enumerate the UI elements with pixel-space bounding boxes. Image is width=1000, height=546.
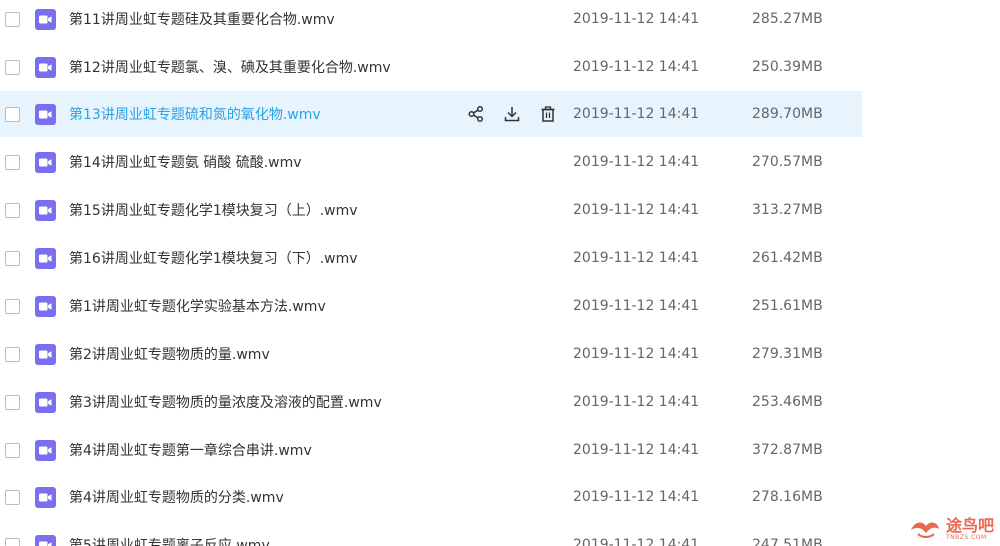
file-date: 2019-11-12 14:41 (573, 106, 700, 122)
video-file-icon (35, 247, 56, 269)
file-row[interactable]: 第4讲周业虹专题第一章综合串讲.wmv 2019-11-12 14:41 372.8… (0, 427, 862, 473)
watermark-logo: 途鸟吧 TNBZS.COM (908, 516, 994, 542)
watermark-subtext: TNBZS.COM (945, 533, 987, 541)
file-date: 2019-11-12 14:41 (573, 394, 700, 410)
file-name-link[interactable]: 第5讲周业虹专题离子反应.wmv (69, 535, 270, 546)
file-date: 2019-11-12 14:41 (573, 489, 700, 505)
file-size: 251.61MB (752, 298, 823, 314)
file-name-link[interactable]: 第11讲周业虹专题硅及其重要化合物.wmv (69, 9, 335, 29)
file-date: 2019-11-12 14:41 (573, 250, 700, 266)
file-row[interactable]: 第11讲周业虹专题硅及其重要化合物.wmv 2019-11-12 14:41 285… (0, 0, 862, 42)
row-checkbox[interactable] (5, 537, 20, 546)
file-size: 250.39MB (752, 59, 823, 75)
video-file-icon (35, 439, 56, 461)
row-checkbox[interactable] (5, 298, 20, 314)
file-name-link[interactable]: 第13讲周业虹专题硫和氮的氧化物.wmv (69, 104, 321, 124)
row-checkbox[interactable] (5, 346, 20, 362)
file-size: 261.42MB (752, 250, 823, 266)
video-file-icon (35, 343, 56, 365)
file-name-link[interactable]: 第2讲周业虹专题物质的量.wmv (69, 344, 270, 364)
row-checkbox[interactable] (5, 202, 20, 218)
file-name-link[interactable]: 第12讲周业虹专题氯、溴、碘及其重要化合物.wmv (69, 57, 391, 77)
file-name-link[interactable]: 第15讲周业虹专题化学1模块复习（上）.wmv (69, 200, 358, 220)
file-date: 2019-11-12 14:41 (573, 537, 700, 546)
file-name-link[interactable]: 第3讲周业虹专题物质的量浓度及溶液的配置.wmv (69, 392, 382, 412)
video-file-icon (35, 391, 56, 413)
file-row[interactable]: 第13讲周业虹专题硫和氮的氧化物.wmv 2019-11-12 14:41 289.… (0, 91, 862, 137)
file-name-link[interactable]: 第16讲周业虹专题化学1模块复习（下）.wmv (69, 248, 358, 268)
file-row[interactable]: 第5讲周业虹专题离子反应.wmv 2019-11-12 14:41 247.51MB (0, 522, 862, 546)
file-size: 372.87MB (752, 442, 823, 458)
file-row[interactable]: 第12讲周业虹专题氯、溴、碘及其重要化合物.wmv 2019-11-12 14:4… (0, 44, 862, 90)
file-size: 313.27MB (752, 202, 823, 218)
video-file-icon (35, 295, 56, 317)
row-checkbox[interactable] (5, 250, 20, 266)
file-row[interactable]: 第14讲周业虹专题氨 硝酸 硫酸.wmv 2019-11-12 14:41 270.… (0, 139, 862, 185)
row-checkbox[interactable] (5, 11, 20, 27)
file-size: 289.70MB (752, 106, 823, 122)
file-row[interactable]: 第3讲周业虹专题物质的量浓度及溶液的配置.wmv 2019-11-12 14:41… (0, 379, 862, 425)
file-row[interactable]: 第16讲周业虹专题化学1模块复习（下）.wmv 2019-11-12 14:41 2… (0, 235, 862, 281)
file-row[interactable]: 第15讲周业虹专题化学1模块复习（上）.wmv 2019-11-12 14:41 3… (0, 187, 862, 233)
file-row[interactable]: 第2讲周业虹专题物质的量.wmv 2019-11-12 14:41 279.31MB (0, 331, 862, 377)
video-file-icon (35, 486, 56, 508)
row-checkbox[interactable] (5, 394, 20, 410)
video-file-icon (35, 8, 56, 30)
video-file-icon (35, 56, 56, 78)
row-checkbox[interactable] (5, 106, 20, 122)
row-checkbox[interactable] (5, 154, 20, 170)
video-file-icon (35, 199, 56, 221)
file-date: 2019-11-12 14:41 (573, 298, 700, 314)
file-size: 278.16MB (752, 489, 823, 505)
file-size: 247.51MB (752, 537, 823, 546)
row-actions (466, 104, 558, 124)
file-size: 253.46MB (752, 394, 823, 410)
delete-icon[interactable] (538, 104, 558, 124)
file-name-link[interactable]: 第14讲周业虹专题氨 硝酸 硫酸.wmv (69, 152, 302, 172)
file-name-link[interactable]: 第1讲周业虹专题化学实验基本方法.wmv (69, 296, 326, 316)
row-checkbox[interactable] (5, 489, 20, 505)
file-date: 2019-11-12 14:41 (573, 11, 700, 27)
file-date: 2019-11-12 14:41 (573, 346, 700, 362)
file-size: 279.31MB (752, 346, 823, 362)
file-date: 2019-11-12 14:41 (573, 59, 700, 75)
file-name-link[interactable]: 第4讲周业虹专题第一章综合串讲.wmv (69, 440, 312, 460)
video-file-icon (35, 151, 56, 173)
file-row[interactable]: 第4讲周业虹专题物质的分类.wmv 2019-11-12 14:41 278.16M… (0, 474, 862, 520)
file-row[interactable]: 第1讲周业虹专题化学实验基本方法.wmv 2019-11-12 14:41 251.… (0, 283, 862, 329)
file-size: 270.57MB (752, 154, 823, 170)
watermark-text: 途鸟吧 (945, 515, 994, 535)
video-file-icon (35, 534, 56, 546)
file-date: 2019-11-12 14:41 (573, 442, 700, 458)
file-date: 2019-11-12 14:41 (573, 202, 700, 218)
video-file-icon (35, 103, 56, 125)
share-icon[interactable] (466, 104, 486, 124)
download-icon[interactable] (502, 104, 522, 124)
file-date: 2019-11-12 14:41 (573, 154, 700, 170)
file-size: 285.27MB (752, 11, 823, 27)
bird-logo-icon (910, 522, 939, 538)
file-list: 第11讲周业虹专题硅及其重要化合物.wmv 2019-11-12 14:41 285… (0, 0, 1000, 546)
file-name-link[interactable]: 第4讲周业虹专题物质的分类.wmv (69, 487, 284, 507)
row-checkbox[interactable] (5, 59, 20, 75)
row-checkbox[interactable] (5, 442, 20, 458)
